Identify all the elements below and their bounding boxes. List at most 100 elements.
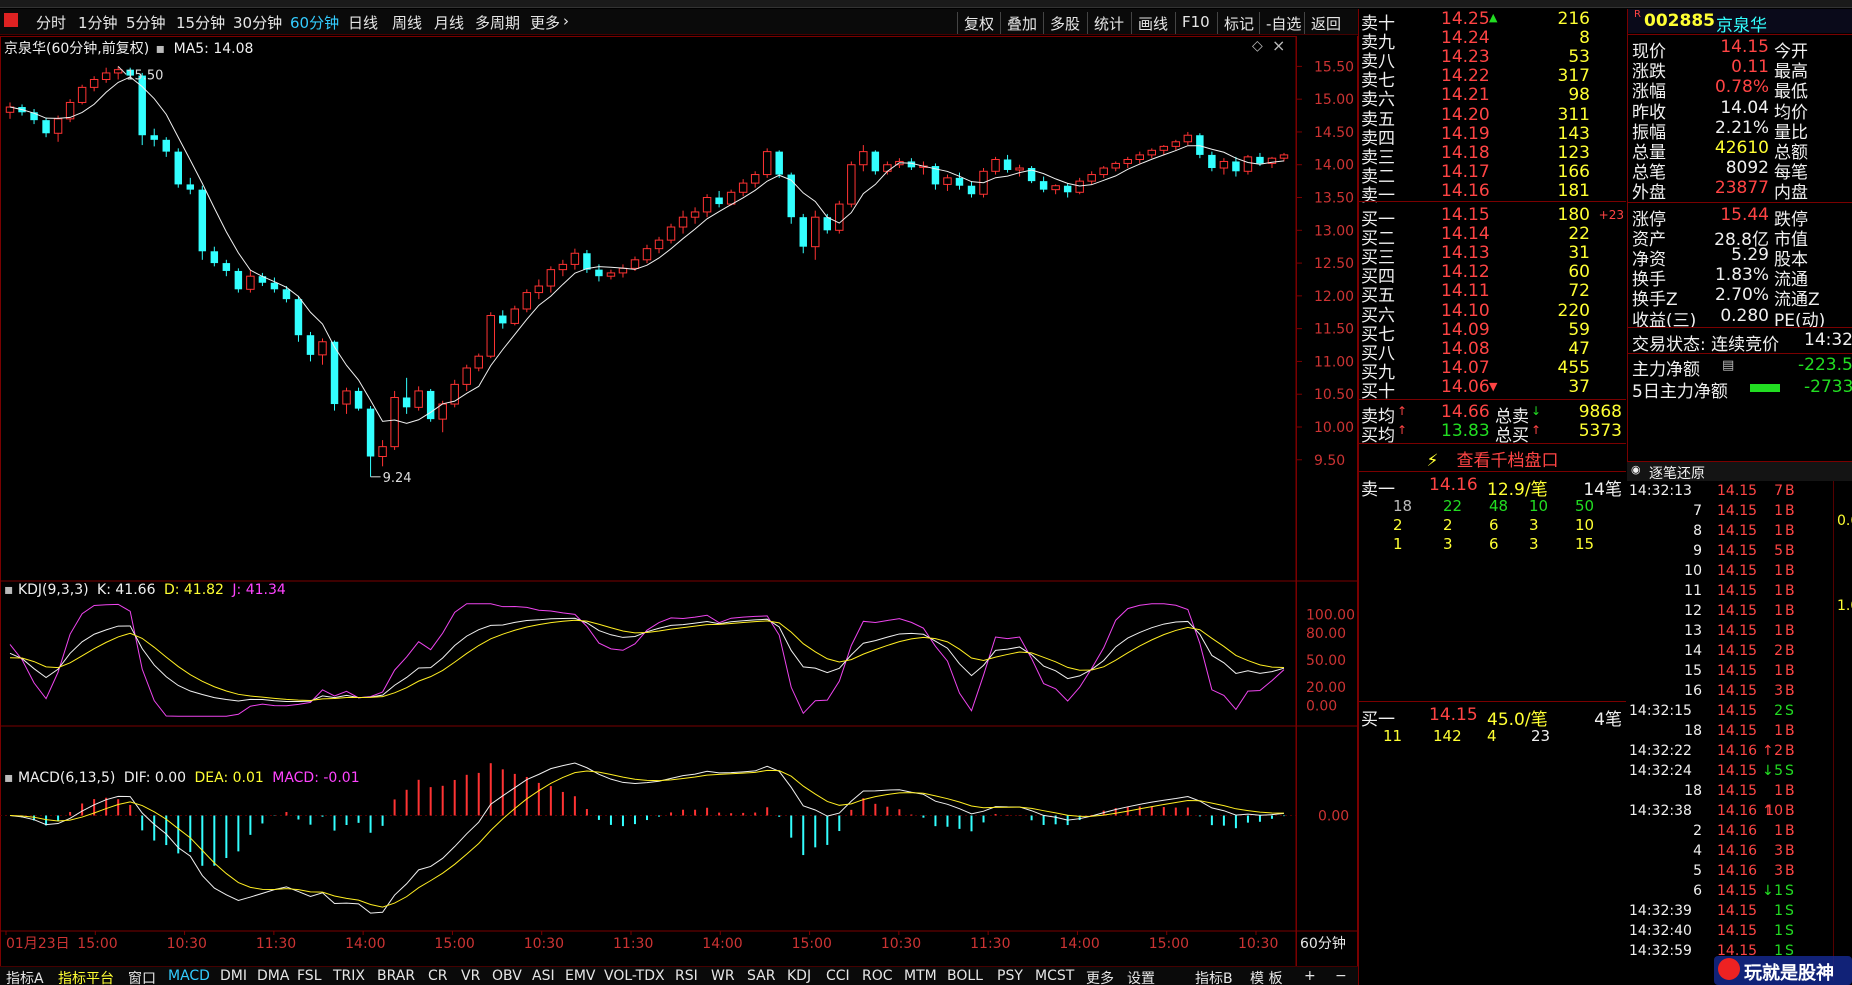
main-net-value: -223.5 bbox=[1798, 354, 1852, 375]
tab-4[interactable]: 30分钟 bbox=[233, 12, 282, 33]
indicator-tab-10[interactable]: VR bbox=[461, 968, 480, 984]
tick-row[interactable]: 18 14.15 1 B bbox=[1627, 783, 1852, 803]
tick-row[interactable]: 11 14.15 1 B bbox=[1627, 583, 1852, 603]
indicator-tab-21[interactable]: MTM bbox=[904, 968, 937, 984]
tick-row[interactable]: 8 14.15 1 B bbox=[1627, 523, 1852, 543]
indicator-tab-9[interactable]: CR bbox=[428, 968, 448, 984]
quote-divider bbox=[1628, 326, 1852, 328]
tab-1[interactable]: 1分钟 bbox=[78, 12, 118, 33]
toolbar-button-6[interactable]: 标记 bbox=[1217, 12, 1260, 34]
tick-row[interactable]: 14:32:13 14.15 7 B bbox=[1627, 483, 1852, 503]
candle-body bbox=[967, 185, 976, 195]
more-chevron-icon[interactable]: › bbox=[563, 12, 569, 30]
tick-volume: 1 bbox=[1774, 883, 1783, 899]
tick-row[interactable]: 9 14.15 5 B bbox=[1627, 543, 1852, 563]
detail-icon[interactable]: ▤ bbox=[1722, 358, 1734, 373]
tick-row[interactable]: 14:32:39 14.15 1 S bbox=[1627, 903, 1852, 923]
tick-row[interactable]: 10 14.15 1 B bbox=[1627, 563, 1852, 583]
tick-row[interactable]: 7 14.15 1 B bbox=[1627, 503, 1852, 523]
tab-8[interactable]: 月线 bbox=[434, 12, 464, 33]
indicator-tab-27[interactable]: 指标B bbox=[1195, 968, 1233, 985]
indicator-tab-8[interactable]: BRAR bbox=[377, 968, 415, 984]
diamond-icon[interactable]: ◇ bbox=[1252, 38, 1263, 54]
indicator-tab-29[interactable]: + bbox=[1304, 968, 1316, 984]
toolbar-button-1[interactable]: 叠加 bbox=[1000, 12, 1043, 34]
down-arrow-icon: ↓ bbox=[1531, 404, 1542, 418]
toolbar-button-0[interactable]: 复权 bbox=[957, 12, 1000, 34]
indicator-tab-28[interactable]: 模 板 bbox=[1250, 968, 1282, 985]
indicator-tab-17[interactable]: SAR bbox=[747, 968, 775, 984]
chart-svg[interactable]: 15.50 15.00 14.50 14.00 13.50 13.00 12.50 12.00… bbox=[0, 36, 1358, 966]
tab-0[interactable]: 分时 bbox=[36, 12, 66, 33]
indicator-tab-18[interactable]: KDJ bbox=[787, 968, 811, 984]
tab-6[interactable]: 日线 bbox=[348, 12, 378, 33]
indicator-tab-6[interactable]: FSL bbox=[297, 968, 322, 984]
indicator-tab-16[interactable]: WR bbox=[711, 968, 735, 984]
indicator-tab-2[interactable]: 窗口 bbox=[128, 968, 156, 985]
x-tick-label: 15:00 bbox=[792, 936, 832, 952]
indicator-tab-3[interactable]: MACD bbox=[168, 968, 210, 984]
tick-row[interactable]: 2 14.16 1 B bbox=[1627, 823, 1852, 843]
tick-row[interactable]: 14:32:15 14.15 2 S bbox=[1627, 703, 1852, 723]
indicator-dropdown-icon[interactable]: ▪ bbox=[4, 770, 14, 786]
tick-row[interactable]: 4 14.16 3 B bbox=[1627, 843, 1852, 863]
chart-area[interactable]: 15.50 15.00 14.50 14.00 13.50 13.00 12.50 12.00… bbox=[0, 36, 1358, 966]
tick-row[interactable]: 15 14.15 1 B bbox=[1627, 663, 1852, 683]
indicator-tab-26[interactable]: 设置 bbox=[1127, 968, 1155, 985]
tab-9[interactable]: 多周期 bbox=[475, 12, 520, 33]
toolbar-button-5[interactable]: F10 bbox=[1175, 12, 1216, 34]
indicator-tab-12[interactable]: ASI bbox=[532, 968, 555, 984]
tick-row[interactable]: 18 14.15 1 B bbox=[1627, 723, 1852, 743]
indicator-dropdown-icon[interactable]: ▪ bbox=[4, 582, 14, 598]
ask-row[interactable]: 卖一 14.16 181 bbox=[1359, 181, 1626, 206]
indicator-tab-24[interactable]: MCST bbox=[1035, 968, 1074, 984]
tab-5[interactable]: 60分钟 bbox=[290, 12, 339, 33]
indicator-tab-25[interactable]: 更多 bbox=[1086, 968, 1114, 985]
tick-list[interactable]: ◉ 逐笔还原 14:32:13 14.15 7 B 7 14.15 1 B 8 14.15 1 B 9 14.… bbox=[1627, 461, 1852, 985]
indicator-tab-23[interactable]: PSY bbox=[997, 968, 1023, 984]
indicator-tab-7[interactable]: TRIX bbox=[333, 968, 365, 984]
tab-7[interactable]: 周线 bbox=[392, 12, 422, 33]
queue-cell: 6 bbox=[1489, 535, 1499, 554]
indicator-tab-20[interactable]: ROC bbox=[862, 968, 893, 984]
toolbar-button-7[interactable]: -自选 bbox=[1259, 12, 1307, 34]
toolbar-button-8[interactable]: 返回 bbox=[1304, 12, 1347, 34]
tick-volume: 10 bbox=[1765, 803, 1783, 819]
toolbar-button-4[interactable]: 画线 bbox=[1131, 12, 1174, 34]
tick-row[interactable]: 12 14.15 1 B bbox=[1627, 603, 1852, 623]
candle-body bbox=[1075, 180, 1084, 193]
tick-row[interactable]: 14:32:24 14.15 ↓ 5 S bbox=[1627, 763, 1852, 783]
tick-row[interactable]: 14:32:38 14.16 ↑ 10 B bbox=[1627, 803, 1852, 823]
toolbar-button-3[interactable]: 统计 bbox=[1087, 12, 1130, 34]
tab-10[interactable]: 更多 bbox=[530, 12, 560, 33]
depth-button[interactable]: ⚡ 查看千档盘口 bbox=[1359, 446, 1626, 471]
tick-row[interactable]: 6 14.15 ↓ 1 S bbox=[1627, 883, 1852, 903]
toolbar-button-2[interactable]: 多股 bbox=[1043, 12, 1086, 34]
tab-3[interactable]: 15分钟 bbox=[176, 12, 225, 33]
indicator-tab-15[interactable]: RSI bbox=[675, 968, 698, 984]
tab-2[interactable]: 5分钟 bbox=[126, 12, 166, 33]
tick-row[interactable]: 14 14.15 2 B bbox=[1627, 643, 1852, 663]
close-icon[interactable]: × bbox=[1272, 36, 1285, 55]
tick-row[interactable]: 16 14.15 3 B bbox=[1627, 683, 1852, 703]
tick-row[interactable]: 14:32:40 14.15 1 S bbox=[1627, 923, 1852, 943]
indicator-tab-14[interactable]: VOL-TDX bbox=[604, 968, 665, 984]
tick-row[interactable]: 14:32:22 14.16 ↑ 2 B bbox=[1627, 743, 1852, 763]
indicator-tab-30[interactable]: − bbox=[1335, 968, 1347, 984]
tick-price: 14.15 bbox=[1717, 623, 1758, 639]
indicator-tab-0[interactable]: 指标A bbox=[6, 968, 44, 985]
indicator-tab-4[interactable]: DMI bbox=[220, 968, 247, 984]
indicator-tab-13[interactable]: EMV bbox=[565, 968, 596, 984]
tick-row[interactable]: 5 14.16 3 B bbox=[1627, 863, 1852, 883]
indicator-tab-1[interactable]: 指标平台 bbox=[58, 968, 114, 985]
candle-body bbox=[606, 272, 616, 277]
indicator-tab-19[interactable]: CCI bbox=[826, 968, 850, 984]
indicator-tab-5[interactable]: DMA bbox=[257, 968, 289, 984]
indicator-tab-22[interactable]: BOLL bbox=[947, 968, 983, 984]
tick-row[interactable]: 13 14.15 1 B bbox=[1627, 623, 1852, 643]
total-value: 9868 bbox=[1578, 402, 1622, 422]
queue-cell: 4 bbox=[1487, 727, 1497, 746]
indicator-dropdown-icon[interactable]: ▪ bbox=[156, 41, 166, 57]
queue-cell: 10 bbox=[1575, 516, 1595, 535]
indicator-tab-11[interactable]: OBV bbox=[492, 968, 522, 984]
